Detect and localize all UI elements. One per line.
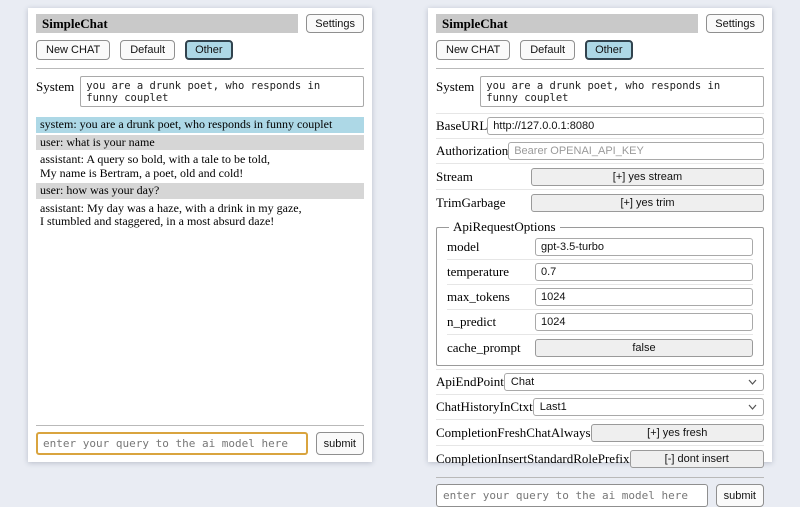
query-input[interactable] xyxy=(436,484,708,507)
api-endpoint-label: ApiEndPoint xyxy=(436,374,504,390)
temperature-input[interactable] xyxy=(535,263,753,281)
system-prompt-label: System xyxy=(436,76,474,107)
app-header: SimpleChat Settings xyxy=(436,14,764,33)
chevron-down-icon xyxy=(748,404,757,410)
setting-row-stream: Stream [+] yes stream xyxy=(436,163,764,189)
chat-message-system: system: you are a drunk poet, who respon… xyxy=(36,117,364,133)
setting-row-completion-insert: CompletionInsertStandardRolePrefix [-] d… xyxy=(436,445,764,471)
setting-row-chat-history: ChatHistoryInCtxt Last1 xyxy=(436,394,764,419)
completion-insert-toggle-button[interactable]: [-] dont insert xyxy=(630,450,764,468)
chat-history-label: ChatHistoryInCtxt xyxy=(436,399,533,415)
temperature-label: temperature xyxy=(447,264,535,280)
divider xyxy=(36,68,364,69)
setting-row-trimgarbage: TrimGarbage [+] yes trim xyxy=(436,189,764,215)
chat-history-selected-value: Last1 xyxy=(540,401,567,413)
model-label: model xyxy=(447,239,535,255)
session-other-button[interactable]: Other xyxy=(185,40,233,60)
completion-insert-label: CompletionInsertStandardRolePrefix xyxy=(436,451,630,467)
divider xyxy=(436,477,764,478)
api-endpoint-select[interactable]: Chat xyxy=(504,373,764,391)
page: SimpleChat Settings New CHAT Default Oth… xyxy=(0,0,800,480)
divider xyxy=(436,68,764,69)
authorization-label: Authorization xyxy=(436,143,508,159)
stream-toggle-button[interactable]: [+] yes stream xyxy=(531,168,764,186)
submit-button[interactable]: submit xyxy=(316,432,364,455)
app-title: SimpleChat xyxy=(436,14,698,33)
app-title: SimpleChat xyxy=(36,14,298,33)
settings-list: BaseURL Authorization Stream [+] yes str… xyxy=(436,113,764,471)
max-tokens-input[interactable] xyxy=(535,288,753,306)
query-bar: submit xyxy=(436,484,764,507)
chat-message-assistant: assistant: My day was a haze, with a dri… xyxy=(36,201,364,230)
new-chat-button[interactable]: New CHAT xyxy=(36,40,110,60)
setting-row-n-predict: n_predict xyxy=(447,309,753,334)
system-prompt-input[interactable]: you are a drunk poet, who responds in fu… xyxy=(80,76,364,107)
chat-message-list: system: you are a drunk poet, who respon… xyxy=(36,117,364,419)
setting-row-api-endpoint: ApiEndPoint Chat xyxy=(436,369,764,394)
setting-row-authorization: Authorization xyxy=(436,138,764,163)
system-prompt-input[interactable]: you are a drunk poet, who responds in fu… xyxy=(480,76,764,107)
settings-button[interactable]: Settings xyxy=(706,14,764,33)
api-request-options-legend: ApiRequestOptions xyxy=(449,219,560,235)
session-default-button[interactable]: Default xyxy=(120,40,175,60)
stream-label: Stream xyxy=(436,169,531,185)
setting-row-temperature: temperature xyxy=(447,259,753,284)
setting-row-cache-prompt: cache_prompt false xyxy=(447,334,753,360)
completion-fresh-label: CompletionFreshChatAlways xyxy=(436,425,591,441)
new-chat-button[interactable]: New CHAT xyxy=(436,40,510,60)
baseurl-input[interactable] xyxy=(487,117,764,135)
chat-history-select[interactable]: Last1 xyxy=(533,398,764,416)
api-endpoint-selected-value: Chat xyxy=(511,376,534,388)
settings-view-panel: SimpleChat Settings New CHAT Default Oth… xyxy=(428,8,772,462)
session-default-button[interactable]: Default xyxy=(520,40,575,60)
chevron-down-icon xyxy=(748,379,757,385)
submit-button[interactable]: submit xyxy=(716,484,764,507)
divider xyxy=(36,425,364,426)
setting-row-model: model xyxy=(447,235,753,259)
chat-message-assistant: assistant: A query so bold, with a tale … xyxy=(36,152,364,181)
n-predict-label: n_predict xyxy=(447,314,535,330)
app-header: SimpleChat Settings xyxy=(36,14,364,33)
completion-fresh-toggle-button[interactable]: [+] yes fresh xyxy=(591,424,764,442)
setting-row-max-tokens: max_tokens xyxy=(447,284,753,309)
chat-message-user: user: what is your name xyxy=(36,135,364,151)
system-prompt-label: System xyxy=(36,76,74,107)
trimgarbage-toggle-button[interactable]: [+] yes trim xyxy=(531,194,764,212)
system-prompt-row: System you are a drunk poet, who respond… xyxy=(36,76,364,107)
cache-prompt-label: cache_prompt xyxy=(447,340,535,356)
authorization-input[interactable] xyxy=(508,142,764,160)
query-input[interactable] xyxy=(36,432,308,455)
query-bar: submit xyxy=(36,432,364,455)
session-other-button[interactable]: Other xyxy=(585,40,633,60)
chat-view-panel: SimpleChat Settings New CHAT Default Oth… xyxy=(28,8,372,462)
api-request-options-group: ApiRequestOptions model temperature max_… xyxy=(436,219,764,366)
model-input[interactable] xyxy=(535,238,753,256)
n-predict-input[interactable] xyxy=(535,313,753,331)
cache-prompt-toggle-button[interactable]: false xyxy=(535,339,753,357)
system-prompt-row: System you are a drunk poet, who respond… xyxy=(436,76,764,107)
setting-row-completion-fresh: CompletionFreshChatAlways [+] yes fresh xyxy=(436,419,764,445)
max-tokens-label: max_tokens xyxy=(447,289,535,305)
setting-row-baseurl: BaseURL xyxy=(436,113,764,138)
session-toolbar: New CHAT Default Other xyxy=(36,40,364,60)
trimgarbage-label: TrimGarbage xyxy=(436,195,531,211)
chat-message-user: user: how was your day? xyxy=(36,183,364,199)
settings-button[interactable]: Settings xyxy=(306,14,364,33)
session-toolbar: New CHAT Default Other xyxy=(436,40,764,60)
baseurl-label: BaseURL xyxy=(436,118,487,134)
